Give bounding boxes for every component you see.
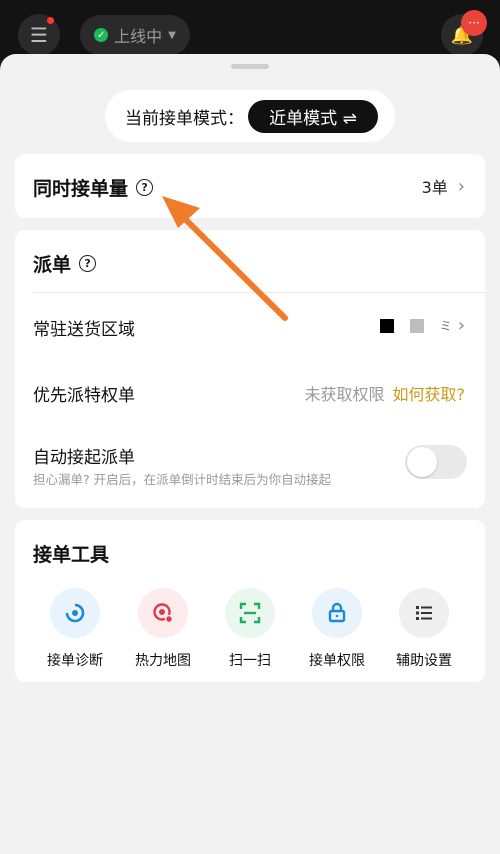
annotation-arrow xyxy=(162,196,288,321)
